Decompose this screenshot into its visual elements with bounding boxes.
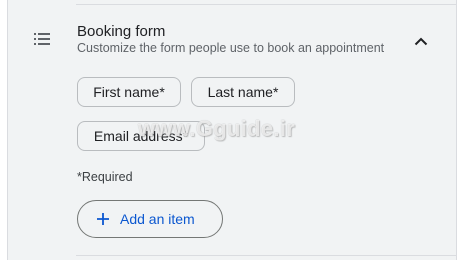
chevron-up-icon <box>414 37 428 45</box>
section-subtitle: Customize the form people use to book an… <box>77 41 385 55</box>
add-item-label: Add an item <box>120 211 195 227</box>
bottom-divider <box>76 255 456 256</box>
field-chip-label: Last name* <box>207 84 279 100</box>
collapse-button[interactable] <box>408 30 434 52</box>
field-chip-last-name[interactable]: Last name* <box>191 77 295 107</box>
add-item-button[interactable]: Add an item <box>77 200 223 238</box>
section-title: Booking form <box>77 23 166 40</box>
top-divider <box>76 4 456 5</box>
field-chip-label: Email address* <box>93 128 189 144</box>
booking-form-section: Booking form Customize the form people u… <box>7 0 457 260</box>
field-chip-label: First name* <box>93 84 165 100</box>
field-chip-first-name[interactable]: First name* <box>77 77 181 107</box>
plus-icon <box>97 213 109 225</box>
list-icon <box>34 33 50 45</box>
field-chip-email-address[interactable]: Email address* <box>77 121 205 151</box>
required-note: *Required <box>77 170 133 184</box>
